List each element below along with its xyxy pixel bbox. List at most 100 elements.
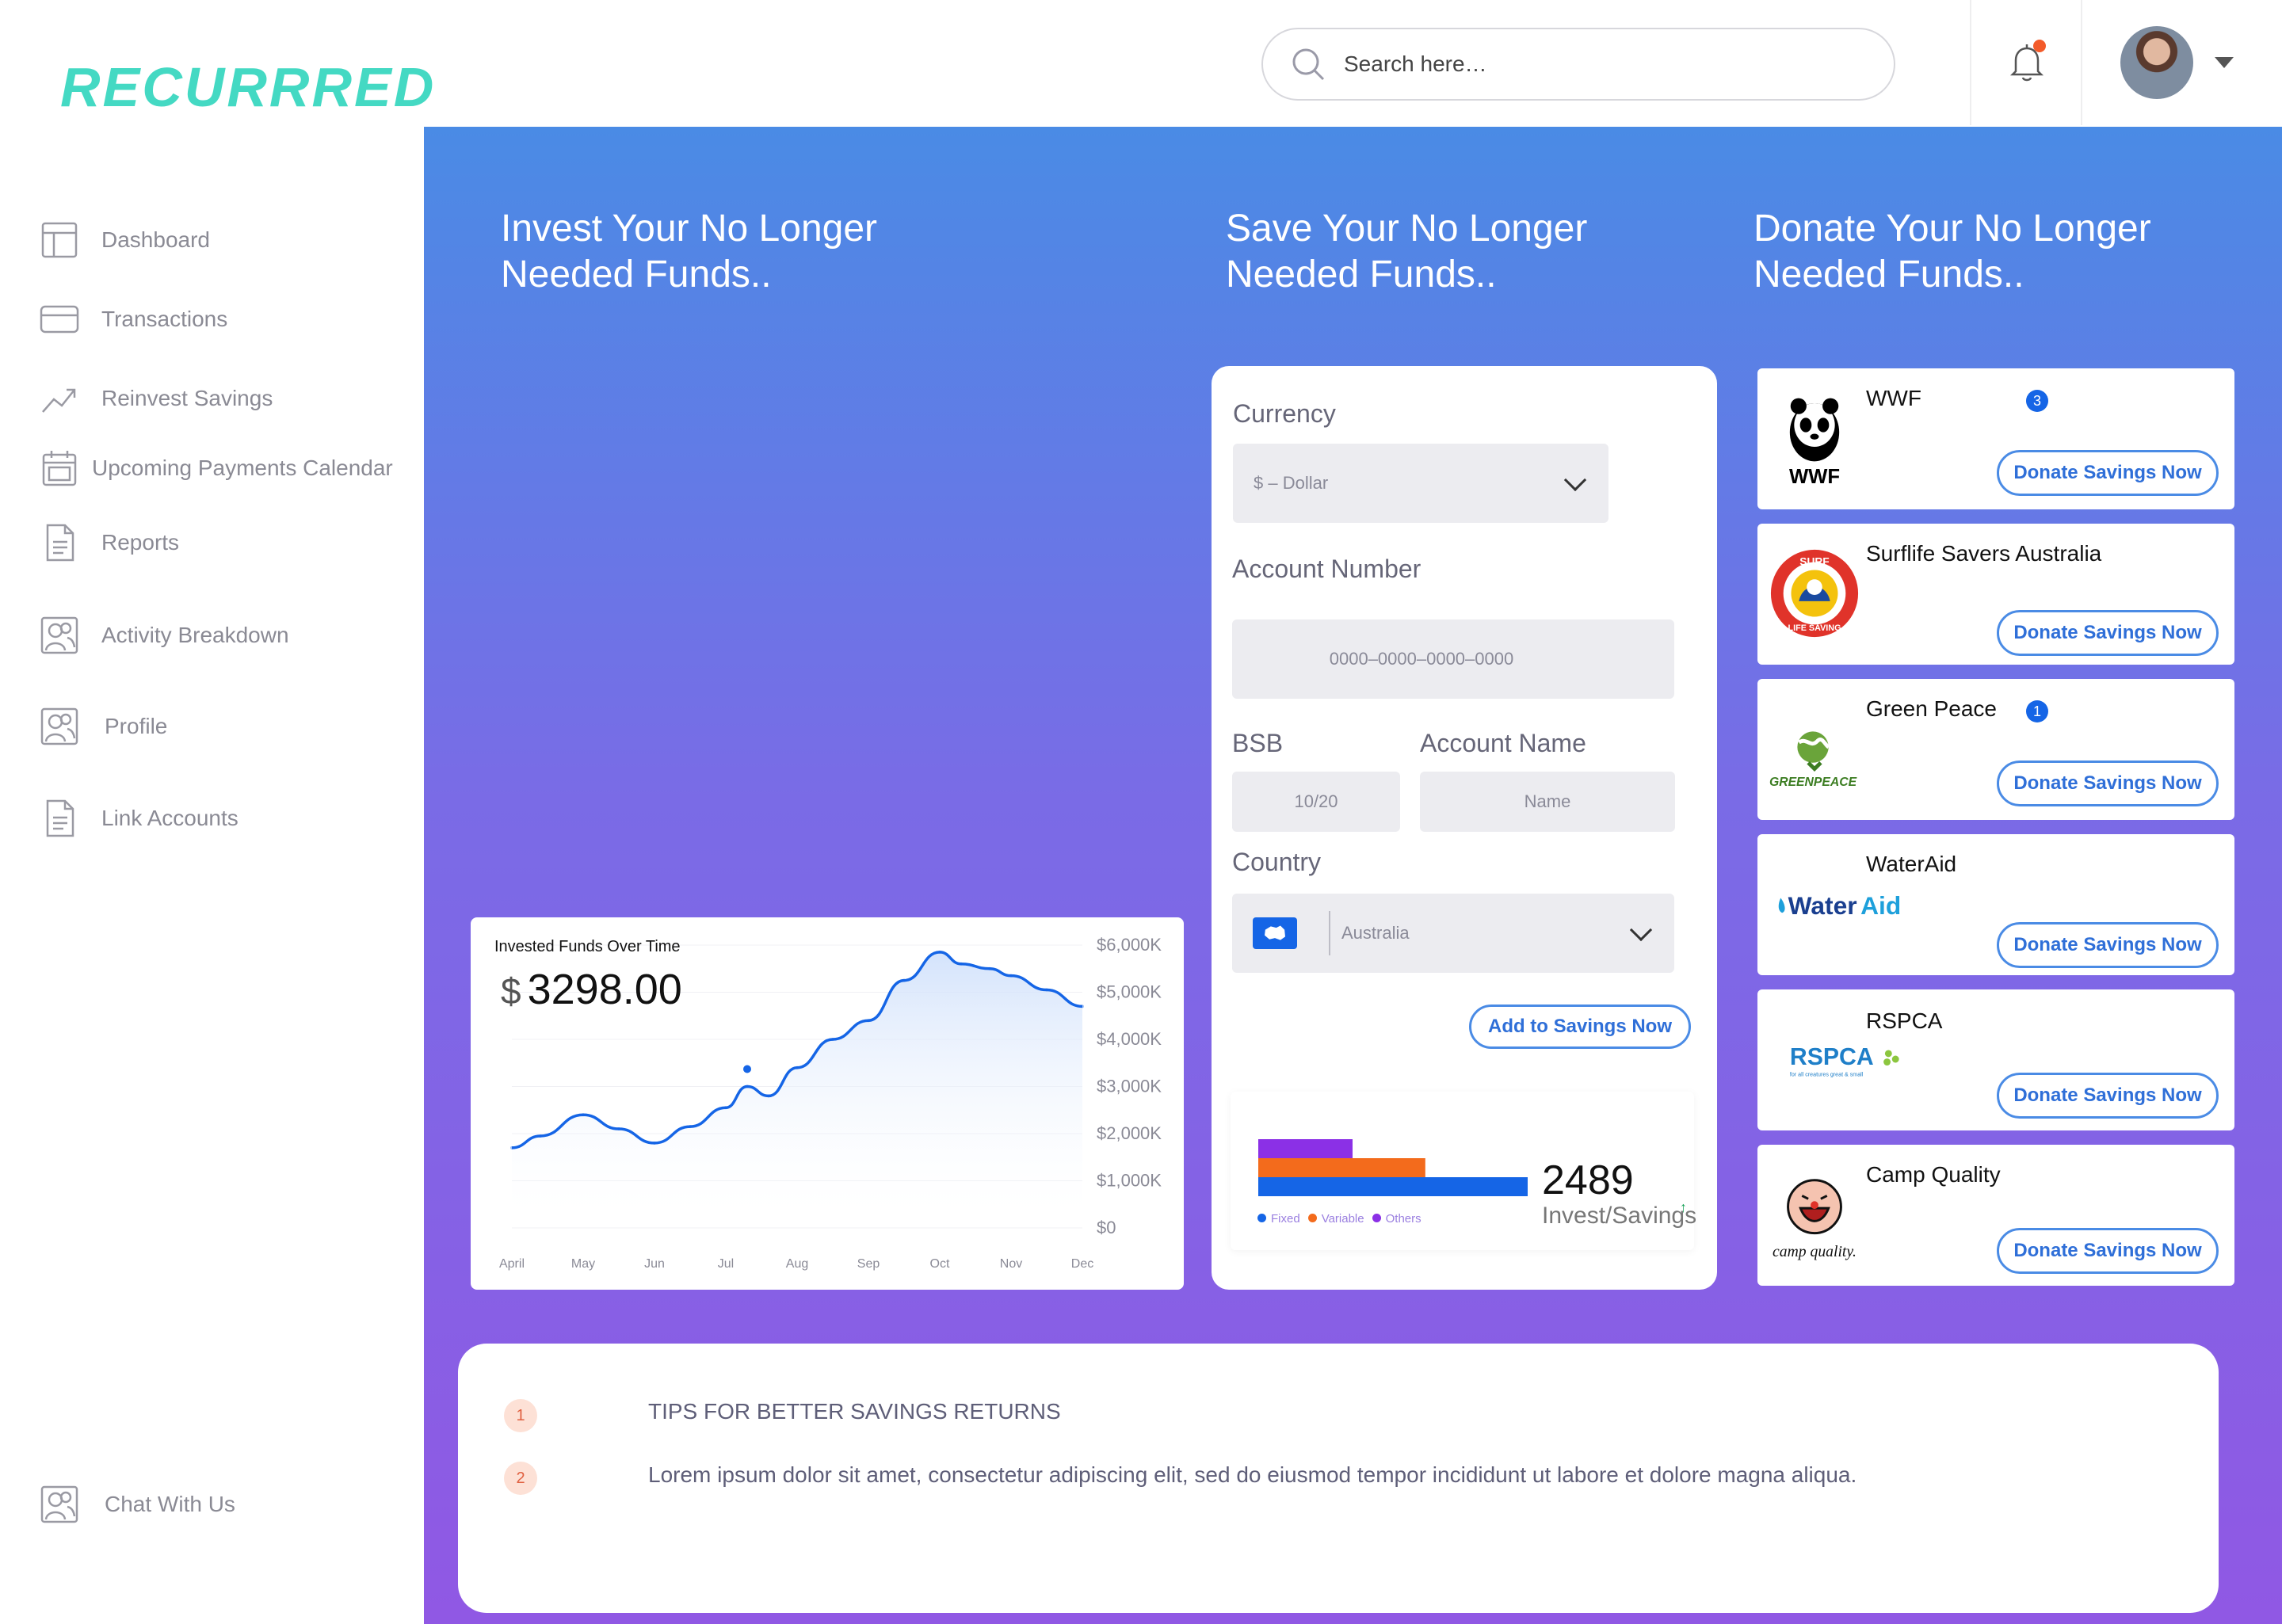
legend-dot — [1307, 1214, 1317, 1222]
sidebar-item-upcoming-payments-calendar[interactable]: Upcoming Payments Calendar — [38, 447, 393, 490]
chat-with-us-button[interactable]: Chat With Us — [38, 1483, 235, 1526]
x-tick-label: April — [499, 1257, 525, 1271]
account-name-placeholder: Name — [1524, 791, 1571, 811]
charity-card-wateraid: Water Aid WaterAid Donate Savings Now — [1757, 834, 2234, 975]
legend-dot — [1257, 1214, 1266, 1222]
svg-text:Aid: Aid — [1860, 891, 1901, 920]
y-tick-label: $2,000K — [1097, 1123, 1162, 1143]
sidebar-item-profile[interactable]: Profile — [38, 705, 167, 748]
bar-fixed — [1258, 1177, 1528, 1196]
greenpeace-logo: GREENPEACE — [1767, 693, 1862, 804]
data-point — [653, 1141, 656, 1145]
x-tick-label: Jun — [644, 1257, 665, 1271]
save-title-line: Save Your No Longer — [1226, 208, 1588, 250]
currency-label: Currency — [1233, 399, 1336, 428]
donate-savings-button[interactable]: Donate Savings Now — [1997, 450, 2219, 496]
bsb-field[interactable]: 10/20 — [1232, 772, 1400, 832]
donate-savings-button[interactable]: Donate Savings Now — [1997, 1073, 2219, 1119]
svg-text:LIFE SAVING: LIFE SAVING — [1788, 623, 1841, 633]
chart-legend: Fixed Variable Others — [1257, 1212, 1421, 1226]
y-tick-label: $6,000K — [1097, 935, 1162, 955]
wwf-logo: WWF — [1767, 383, 1862, 494]
charity-name: RSPCA — [1866, 1008, 1943, 1033]
invested-amount: $3298.00 — [501, 965, 682, 1014]
charity-name: WWF — [1866, 386, 1921, 410]
australia-flag-icon — [1253, 917, 1297, 949]
bar-others — [1258, 1139, 1353, 1158]
chevron-down-icon[interactable] — [2215, 57, 2234, 68]
invested-funds-chart-card: $0 $1,000K $2,000K $3,000K $4,000K $5,000K $6,… — [471, 917, 1184, 1290]
sidebar-item-label: Reports — [101, 530, 180, 555]
chevron-down-icon — [1563, 468, 1587, 492]
donate-savings-button[interactable]: Donate Savings Now — [1997, 922, 2219, 968]
invest-title-line: Needed Funds.. — [501, 254, 772, 295]
add-to-savings-button[interactable]: Add to Savings Now — [1469, 1005, 1691, 1049]
legend-others: Others — [1372, 1212, 1421, 1226]
search-input[interactable] — [1344, 51, 1851, 77]
sidebar-item-activity-breakdown[interactable]: Activity Breakdown — [38, 614, 289, 657]
donate-savings-button[interactable]: Donate Savings Now — [1997, 1228, 2219, 1274]
charity-name: Surflife Savers Australia — [1866, 541, 2102, 566]
donate-savings-button[interactable]: Donate Savings Now — [1997, 761, 2219, 806]
notification-badge — [2033, 40, 2046, 52]
data-point — [1045, 988, 1048, 992]
tips-heading: TIPS FOR BETTER SAVINGS RETURNS — [648, 1399, 1061, 1424]
x-tick-label: Nov — [1000, 1257, 1022, 1271]
charity-card-green-peace: GREENPEACE Green Peace 1 Donate Savings … — [1757, 679, 2234, 820]
currency-value: $ – Dollar — [1254, 473, 1329, 493]
donate-title-line: Needed Funds.. — [1753, 254, 2024, 295]
sidebar-item-dashboard[interactable]: Dashboard — [38, 219, 210, 261]
sidebar-item-link-accounts[interactable]: Link Accounts — [38, 797, 239, 840]
invest-title-line: Invest Your No Longer — [501, 208, 878, 250]
arrow-up-icon: ↑ — [1680, 1199, 1687, 1215]
card-icon — [38, 298, 81, 341]
surf-life-saving-logo: SURF LIFE SAVING — [1767, 538, 1862, 649]
donate-title-line: Donate Your No Longer — [1753, 208, 2151, 250]
count-badge: 1 — [2026, 700, 2048, 722]
notifications-button[interactable] — [2005, 40, 2052, 87]
donate-savings-button[interactable]: Donate Savings Now — [1997, 610, 2219, 656]
header-divider — [1970, 0, 1971, 125]
bsb-label: BSB — [1232, 729, 1284, 757]
search-bar[interactable] — [1261, 28, 1895, 101]
data-point — [867, 1019, 870, 1023]
sidebar-item-transactions[interactable]: Transactions — [38, 298, 227, 341]
tip-number: 2 — [504, 1462, 537, 1495]
svg-text:for all creatures great & smal: for all creatures great & small — [1790, 1071, 1864, 1077]
document-icon — [38, 521, 81, 564]
data-point — [960, 962, 963, 966]
sidebar-item-label: Profile — [105, 714, 168, 738]
document-icon — [38, 797, 81, 840]
highlight-point — [743, 1065, 751, 1073]
sidebar-item-label: Dashboard — [101, 227, 210, 252]
legend-variable: Variable — [1307, 1212, 1364, 1226]
legend-label: Fixed — [1271, 1212, 1300, 1226]
currency-symbol: $ — [501, 970, 521, 1012]
account-number-field[interactable]: 0000–0000–0000–0000 — [1232, 619, 1674, 699]
x-tick-label: Aug — [786, 1257, 808, 1271]
header-divider — [2081, 0, 2082, 125]
count-badge: 3 — [2026, 390, 2048, 412]
svg-text:Water: Water — [1788, 891, 1857, 920]
sidebar-item-reports[interactable]: Reports — [38, 521, 179, 564]
data-point — [539, 1134, 542, 1138]
tip-text: Lorem ipsum dolor sit amet, consectetur … — [648, 1462, 1857, 1487]
chart-title: Invested Funds Over Time — [494, 938, 681, 955]
search-icon — [1292, 48, 1325, 81]
trend-icon — [38, 377, 81, 420]
tips-card: 1 TIPS FOR BETTER SAVINGS RETURNS 2 Lore… — [458, 1344, 2219, 1613]
charity-name: Green Peace — [1866, 696, 1997, 721]
account-name-field[interactable]: Name — [1420, 772, 1675, 832]
app-logo[interactable]: RECURRRED — [60, 55, 436, 119]
stat-value: 2489 — [1542, 1157, 1634, 1203]
x-tick-label: May — [571, 1257, 595, 1271]
avatar[interactable] — [2120, 26, 2193, 99]
currency-select[interactable]: $ – Dollar — [1233, 444, 1608, 523]
data-point — [1009, 974, 1013, 978]
sidebar-item-label: Reinvest Savings — [101, 386, 273, 410]
data-point — [582, 1113, 585, 1117]
chat-label: Chat With Us — [105, 1492, 235, 1516]
data-point — [767, 1094, 770, 1098]
country-select[interactable]: Australia — [1232, 894, 1674, 973]
sidebar-item-reinvest-savings[interactable]: Reinvest Savings — [38, 377, 273, 420]
